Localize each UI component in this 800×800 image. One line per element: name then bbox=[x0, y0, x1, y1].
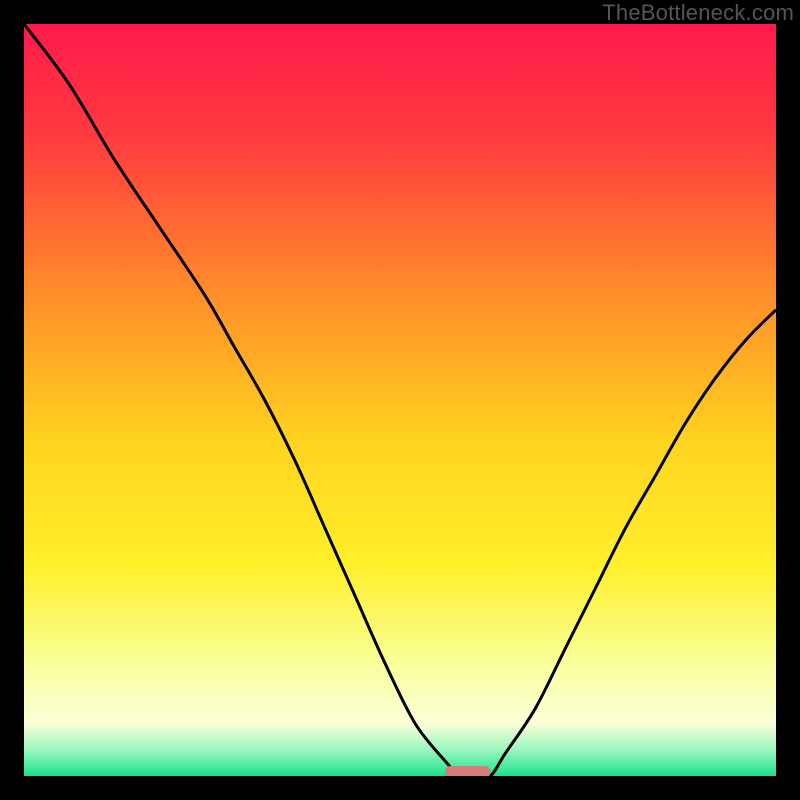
plot-area bbox=[24, 24, 776, 776]
chart-frame: TheBottleneck.com bbox=[0, 0, 800, 800]
chart-svg bbox=[24, 24, 776, 776]
gradient-background bbox=[24, 24, 776, 776]
attribution-text: TheBottleneck.com bbox=[602, 2, 794, 24]
sweet-spot-marker bbox=[445, 766, 490, 776]
